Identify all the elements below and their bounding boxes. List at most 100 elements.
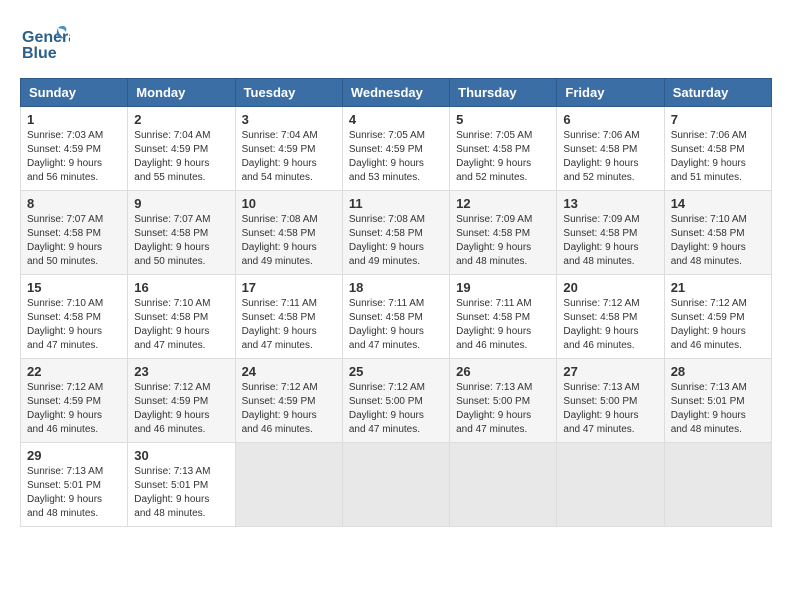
day-number: 22 [27,364,121,379]
day-number: 2 [134,112,228,127]
logo: General Blue [20,20,70,70]
day-number: 28 [671,364,765,379]
day-number: 23 [134,364,228,379]
calendar-cell: 27Sunrise: 7:13 AMSunset: 5:00 PMDayligh… [557,359,664,443]
day-info: Sunrise: 7:06 AMSunset: 4:58 PMDaylight:… [563,129,657,185]
day-number: 10 [242,196,336,211]
column-header-thursday: Thursday [450,79,557,107]
calendar-cell: 7Sunrise: 7:06 AMSunset: 4:58 PMDaylight… [664,107,771,191]
calendar-cell: 30 Sunrise: 7:13 AMSunset: 5:01 PMDayligh… [128,443,235,527]
calendar-week-4: 22 Sunrise: 7:12 AMSunset: 4:59 PMDayligh… [21,359,772,443]
day-number: 6 [563,112,657,127]
column-header-friday: Friday [557,79,664,107]
day-number: 26 [456,364,550,379]
day-info: Sunrise: 7:04 AMSunset: 4:59 PMDaylight:… [242,129,336,185]
day-info: Sunrise: 7:13 AMSunset: 5:01 PMDaylight:… [27,465,121,521]
day-info: Sunrise: 7:11 AMSunset: 4:58 PMDaylight:… [456,297,550,353]
day-number: 21 [671,280,765,295]
calendar-cell: 22 Sunrise: 7:12 AMSunset: 4:59 PMDayligh… [21,359,128,443]
day-info: Sunrise: 7:08 AMSunset: 4:58 PMDaylight:… [349,213,443,269]
column-header-monday: Monday [128,79,235,107]
day-info: Sunrise: 7:11 AMSunset: 4:58 PMDaylight:… [242,297,336,353]
day-info: Sunrise: 7:12 AMSunset: 4:59 PMDaylight:… [671,297,765,353]
day-number: 19 [456,280,550,295]
day-number: 12 [456,196,550,211]
day-info: Sunrise: 7:12 AMSunset: 5:00 PMDaylight:… [349,381,443,437]
day-number: 7 [671,112,765,127]
day-number: 5 [456,112,550,127]
day-info: Sunrise: 7:13 AMSunset: 5:01 PMDaylight:… [134,465,228,521]
calendar-week-1: 1 Sunrise: 7:03 AMSunset: 4:59 PMDaylight… [21,107,772,191]
day-info: Sunrise: 7:12 AMSunset: 4:59 PMDaylight:… [242,381,336,437]
svg-text:Blue: Blue [22,45,57,62]
day-info: Sunrise: 7:13 AMSunset: 5:01 PMDaylight:… [671,381,765,437]
calendar-cell: 5Sunrise: 7:05 AMSunset: 4:58 PMDaylight… [450,107,557,191]
calendar-cell: 11 Sunrise: 7:08 AMSunset: 4:58 PMDayligh… [342,191,449,275]
day-number: 4 [349,112,443,127]
calendar-header-row: SundayMondayTuesdayWednesdayThursdayFrid… [21,79,772,107]
calendar-week-2: 8Sunrise: 7:07 AMSunset: 4:58 PMDaylight… [21,191,772,275]
day-info: Sunrise: 7:04 AMSunset: 4:59 PMDaylight:… [134,129,228,185]
calendar-cell: 9Sunrise: 7:07 AMSunset: 4:58 PMDaylight… [128,191,235,275]
calendar-cell: 19 Sunrise: 7:11 AMSunset: 4:58 PMDayligh… [450,275,557,359]
calendar-cell: 10 Sunrise: 7:08 AMSunset: 4:58 PMDayligh… [235,191,342,275]
column-header-tuesday: Tuesday [235,79,342,107]
day-number: 13 [563,196,657,211]
column-header-sunday: Sunday [21,79,128,107]
calendar-week-5: 29 Sunrise: 7:13 AMSunset: 5:01 PMDayligh… [21,443,772,527]
day-info: Sunrise: 7:03 AMSunset: 4:59 PMDaylight:… [27,129,121,185]
day-number: 16 [134,280,228,295]
day-number: 14 [671,196,765,211]
day-number: 30 [134,448,228,463]
calendar-cell: 6 Sunrise: 7:06 AMSunset: 4:58 PMDaylight… [557,107,664,191]
calendar-cell [342,443,449,527]
calendar-table: SundayMondayTuesdayWednesdayThursdayFrid… [20,78,772,527]
calendar-cell: 13 Sunrise: 7:09 AMSunset: 4:58 PMDayligh… [557,191,664,275]
calendar-cell: 15 Sunrise: 7:10 AMSunset: 4:58 PMDayligh… [21,275,128,359]
calendar-cell: 24 Sunrise: 7:12 AMSunset: 4:59 PMDayligh… [235,359,342,443]
calendar-cell: 18Sunrise: 7:11 AMSunset: 4:58 PMDayligh… [342,275,449,359]
day-info: Sunrise: 7:07 AMSunset: 4:58 PMDaylight:… [134,213,228,269]
day-number: 1 [27,112,121,127]
logo-svg: General Blue [20,20,70,70]
calendar-cell: 25 Sunrise: 7:12 AMSunset: 5:00 PMDayligh… [342,359,449,443]
calendar-week-3: 15 Sunrise: 7:10 AMSunset: 4:58 PMDayligh… [21,275,772,359]
day-number: 29 [27,448,121,463]
day-number: 11 [349,196,443,211]
day-info: Sunrise: 7:12 AMSunset: 4:59 PMDaylight:… [134,381,228,437]
day-info: Sunrise: 7:09 AMSunset: 4:58 PMDaylight:… [563,213,657,269]
day-number: 15 [27,280,121,295]
day-number: 27 [563,364,657,379]
day-info: Sunrise: 7:09 AMSunset: 4:58 PMDaylight:… [456,213,550,269]
day-info: Sunrise: 7:07 AMSunset: 4:58 PMDaylight:… [27,213,121,269]
day-info: Sunrise: 7:10 AMSunset: 4:58 PMDaylight:… [134,297,228,353]
calendar-cell: 12 Sunrise: 7:09 AMSunset: 4:58 PMDayligh… [450,191,557,275]
day-info: Sunrise: 7:13 AMSunset: 5:00 PMDaylight:… [456,381,550,437]
calendar-cell: 20Sunrise: 7:12 AMSunset: 4:58 PMDayligh… [557,275,664,359]
day-number: 17 [242,280,336,295]
column-header-wednesday: Wednesday [342,79,449,107]
calendar-cell: 2 Sunrise: 7:04 AMSunset: 4:59 PMDaylight… [128,107,235,191]
day-info: Sunrise: 7:10 AMSunset: 4:58 PMDaylight:… [671,213,765,269]
day-number: 20 [563,280,657,295]
page-header: General Blue [20,20,772,70]
calendar-cell [235,443,342,527]
day-info: Sunrise: 7:12 AMSunset: 4:59 PMDaylight:… [27,381,121,437]
day-info: Sunrise: 7:11 AMSunset: 4:58 PMDaylight:… [349,297,443,353]
calendar-cell [664,443,771,527]
calendar-cell: 16 Sunrise: 7:10 AMSunset: 4:58 PMDayligh… [128,275,235,359]
day-info: Sunrise: 7:05 AMSunset: 4:59 PMDaylight:… [349,129,443,185]
calendar-cell [450,443,557,527]
calendar-cell: 23 Sunrise: 7:12 AMSunset: 4:59 PMDayligh… [128,359,235,443]
calendar-cell: 14 Sunrise: 7:10 AMSunset: 4:58 PMDayligh… [664,191,771,275]
column-header-saturday: Saturday [664,79,771,107]
calendar-cell: 29 Sunrise: 7:13 AMSunset: 5:01 PMDayligh… [21,443,128,527]
calendar-cell: 17 Sunrise: 7:11 AMSunset: 4:58 PMDayligh… [235,275,342,359]
calendar-cell [557,443,664,527]
day-number: 24 [242,364,336,379]
calendar-cell: 26 Sunrise: 7:13 AMSunset: 5:00 PMDayligh… [450,359,557,443]
day-info: Sunrise: 7:10 AMSunset: 4:58 PMDaylight:… [27,297,121,353]
calendar-cell: 1 Sunrise: 7:03 AMSunset: 4:59 PMDaylight… [21,107,128,191]
day-number: 25 [349,364,443,379]
day-info: Sunrise: 7:08 AMSunset: 4:58 PMDaylight:… [242,213,336,269]
